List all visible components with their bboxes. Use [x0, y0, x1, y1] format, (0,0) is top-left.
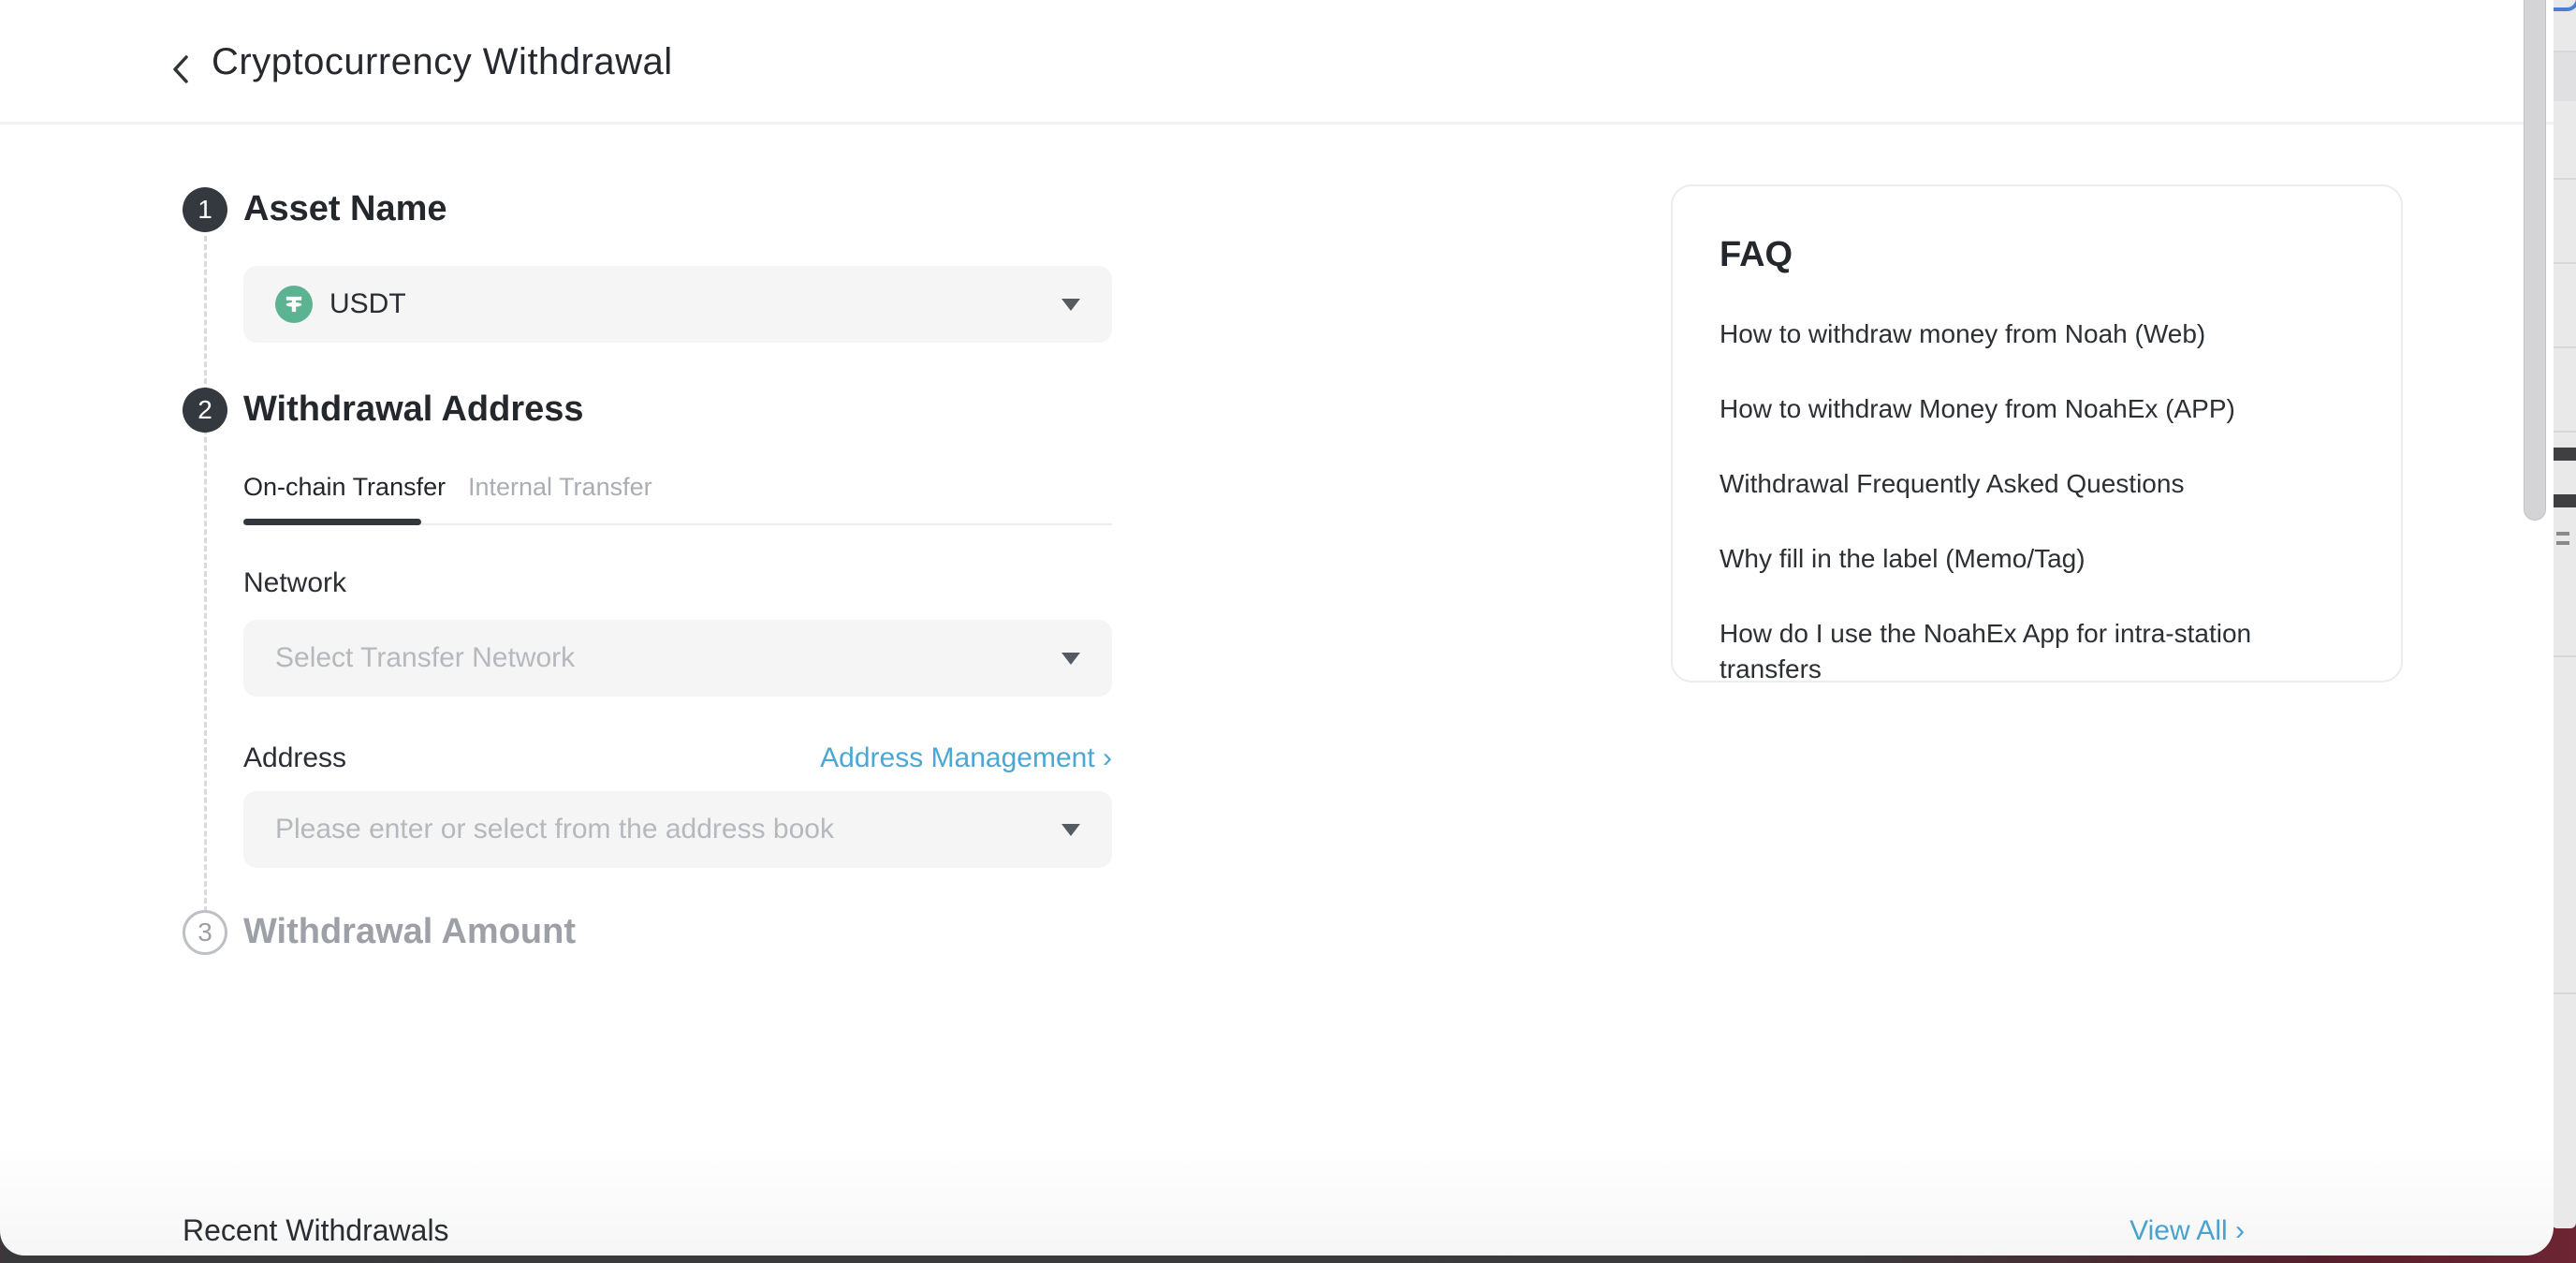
strip-dark-bar	[2552, 448, 2576, 461]
step-1-badge: 1	[183, 187, 227, 232]
steps-connector-line	[204, 236, 207, 912]
back-button[interactable]	[161, 49, 202, 90]
step-1-number: 1	[198, 195, 212, 225]
strip-divider	[2552, 431, 2576, 433]
strip-divider	[2552, 992, 2576, 994]
faq-item[interactable]: How to withdraw money from Noah (Web)	[1720, 316, 2354, 352]
faq-item[interactable]: Why fill in the label (Memo/Tag)	[1720, 541, 2354, 577]
step-3-badge: 3	[183, 910, 227, 955]
step-2-number: 2	[198, 395, 212, 425]
faq-item[interactable]: How do I use the NoahEx App for intra-st…	[1720, 616, 2354, 687]
strip-dark-bar	[2552, 494, 2576, 507]
chevron-down-icon	[1061, 299, 1080, 311]
scrollbar-thumb[interactable]	[2524, 0, 2546, 521]
chevron-right-icon: ›	[2235, 1215, 2245, 1246]
page-title: Cryptocurrency Withdrawal	[212, 41, 673, 83]
faq-title: FAQ	[1720, 235, 2354, 275]
faq-card: FAQ How to withdraw money from Noah (Web…	[1671, 184, 2403, 683]
strip-text-smudge	[2556, 541, 2569, 545]
step-3-number: 3	[198, 918, 212, 947]
tab-on-chain-transfer[interactable]: On-chain Transfer	[243, 473, 446, 502]
step-3-title: Withdrawal Amount	[243, 912, 576, 952]
strip-divider	[2552, 346, 2576, 348]
strip-text-smudge	[2556, 532, 2569, 536]
network-select-placeholder: Select Transfer Network	[275, 642, 575, 674]
tether-icon	[275, 286, 313, 323]
address-management-link[interactable]: Address Management ›	[243, 742, 1112, 774]
strip-divider	[2552, 178, 2576, 180]
chevron-down-icon	[1061, 653, 1080, 665]
step-2-title: Withdrawal Address	[243, 389, 584, 430]
view-all-link[interactable]: View All ›	[2130, 1215, 2245, 1247]
network-select[interactable]: Select Transfer Network	[243, 620, 1112, 697]
tab-internal-transfer[interactable]: Internal Transfer	[468, 473, 652, 502]
faq-item[interactable]: How to withdraw Money from NoahEx (APP)	[1720, 391, 2354, 427]
view-all-label: View All	[2130, 1215, 2228, 1246]
background-window-strip	[2552, 0, 2576, 1228]
chevron-left-icon	[161, 49, 202, 90]
step-1-title: Asset Name	[243, 189, 447, 229]
strip-band	[2552, 52, 2576, 101]
recent-withdrawals-title: Recent Withdrawals	[183, 1213, 449, 1248]
faq-item[interactable]: Withdrawal Frequently Asked Questions	[1720, 466, 2354, 502]
asset-select-value: USDT	[329, 288, 406, 320]
address-select-placeholder: Please enter or select from the address …	[275, 814, 834, 845]
chevron-down-icon	[1061, 824, 1080, 836]
chevron-right-icon: ›	[1103, 742, 1112, 773]
step-2-badge: 2	[183, 388, 227, 433]
active-tab-underline	[243, 519, 421, 525]
strip-divider	[2552, 655, 2576, 657]
withdrawal-page: Cryptocurrency Withdrawal 1 Asset Name U…	[0, 0, 2554, 1256]
address-select[interactable]: Please enter or select from the address …	[243, 791, 1112, 868]
address-management-label: Address Management	[820, 742, 1095, 773]
strip-divider	[2552, 262, 2576, 264]
page-header: Cryptocurrency Withdrawal	[0, 0, 2554, 125]
network-label: Network	[243, 567, 346, 599]
asset-select[interactable]: USDT	[243, 266, 1112, 343]
